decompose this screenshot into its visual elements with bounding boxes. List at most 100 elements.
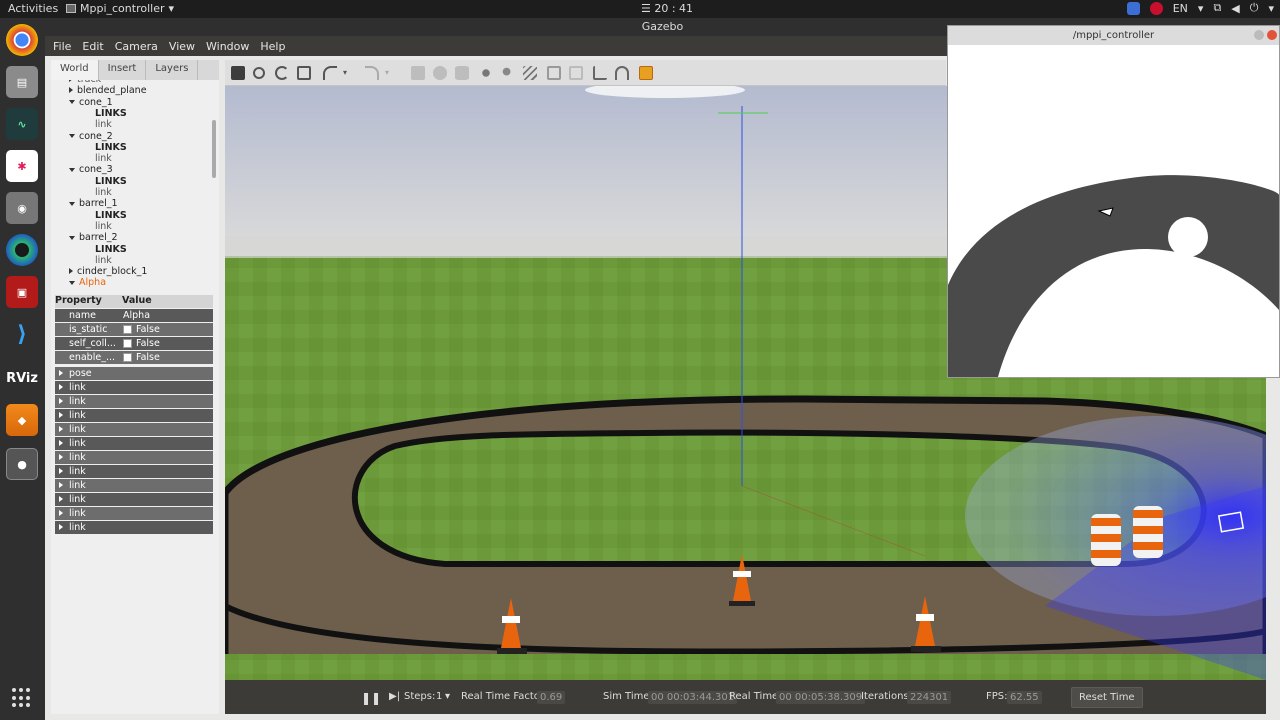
chevron-down-icon[interactable]: ▾ <box>343 66 357 80</box>
tree-item[interactable]: cone_3 <box>69 164 113 176</box>
property-value[interactable]: False <box>123 337 160 350</box>
chrome-launcher-icon[interactable] <box>6 24 38 56</box>
expand-right-icon[interactable] <box>59 454 63 460</box>
menu-view[interactable]: View <box>169 40 195 53</box>
expand-right-icon[interactable] <box>59 468 63 474</box>
file-manager-icon[interactable]: ▤ <box>6 66 38 98</box>
vscode-icon[interactable]: ⟩ <box>6 318 38 350</box>
tree-item[interactable]: cone_1 <box>69 97 113 109</box>
volume-icon[interactable]: ◀ <box>1231 2 1239 15</box>
property-row[interactable]: self_coll... False <box>55 337 213 350</box>
pause-icon[interactable]: ❚❚ <box>361 691 381 705</box>
tree-item[interactable]: link <box>95 187 112 199</box>
system-monitor-icon[interactable]: ∿ <box>6 108 38 140</box>
tree-item[interactable]: link <box>95 255 112 267</box>
menu-camera[interactable]: Camera <box>115 40 158 53</box>
terminator-icon[interactable]: ▣ <box>6 276 38 308</box>
activities-button[interactable]: Activities <box>8 2 58 15</box>
property-value[interactable]: False <box>123 351 160 364</box>
show-applications-icon[interactable] <box>12 688 32 708</box>
world-tree[interactable]: trackblended_planecone_1LINKSlinkcone_2L… <box>51 80 219 293</box>
property-value[interactable]: Alpha <box>123 309 150 322</box>
expand-right-icon[interactable] <box>69 87 73 94</box>
property-group-link[interactable]: link <box>55 423 213 436</box>
property-group-link[interactable]: link <box>55 409 213 422</box>
expand-down-icon[interactable] <box>69 167 75 172</box>
reset-time-button[interactable]: Reset Time <box>1071 687 1143 708</box>
expand-right-icon[interactable] <box>59 384 63 390</box>
select-mode-icon[interactable] <box>231 66 245 80</box>
property-group-link[interactable]: link <box>55 437 213 450</box>
copy-icon[interactable] <box>547 66 561 80</box>
point-light-icon[interactable] <box>479 66 493 80</box>
spot-light-icon[interactable] <box>501 66 515 80</box>
property-row[interactable]: is_static False <box>55 323 213 336</box>
language-indicator[interactable]: EN <box>1173 2 1188 15</box>
tree-item[interactable]: LINKS <box>95 142 127 154</box>
tree-item[interactable]: LINKS <box>95 108 127 120</box>
property-value[interactable]: False <box>123 323 160 336</box>
tree-item[interactable]: cone_2 <box>69 131 113 143</box>
sphere-shape-icon[interactable] <box>433 66 447 80</box>
translate-mode-icon[interactable] <box>253 67 265 79</box>
property-group-link[interactable]: link <box>55 395 213 408</box>
chevron-down-icon[interactable]: ▾ <box>445 691 450 702</box>
tab-world[interactable]: World <box>51 60 99 80</box>
box-shape-icon[interactable] <box>411 66 425 80</box>
app-menu[interactable]: Mppi_controller ▾ <box>66 2 174 15</box>
directional-light-icon[interactable] <box>523 66 537 80</box>
tree-item[interactable]: blended_plane <box>69 85 147 97</box>
checkbox[interactable] <box>123 353 132 362</box>
expand-right-icon[interactable] <box>59 482 63 488</box>
tab-insert[interactable]: Insert <box>99 60 147 80</box>
tree-item[interactable]: link <box>95 119 112 131</box>
property-group-link[interactable]: link <box>55 493 213 506</box>
tree-scrollbar[interactable] <box>212 120 216 178</box>
expand-down-icon[interactable] <box>69 235 75 240</box>
property-group-link[interactable]: link <box>55 465 213 478</box>
steps-value[interactable]: 1 <box>436 691 442 702</box>
expand-down-icon[interactable] <box>69 280 75 285</box>
property-group-link[interactable]: link <box>55 507 213 520</box>
step-icon[interactable]: ▶| <box>389 691 400 702</box>
tree-item[interactable]: cinder_block_1 <box>69 266 147 278</box>
clock[interactable]: ☰ 20 : 41 <box>641 2 693 15</box>
expand-down-icon[interactable] <box>69 134 75 138</box>
property-group-pose[interactable]: pose <box>55 367 213 380</box>
expand-right-icon[interactable] <box>59 524 63 530</box>
tree-item[interactable]: barrel_1 <box>69 198 118 210</box>
scale-mode-icon[interactable] <box>297 66 311 80</box>
gazebo-globe-icon[interactable] <box>6 234 38 266</box>
menu-file[interactable]: File <box>53 40 71 53</box>
menu-edit[interactable]: Edit <box>82 40 103 53</box>
menu-help[interactable]: Help <box>260 40 285 53</box>
package-icon[interactable]: ◆ <box>6 404 38 436</box>
expand-right-icon[interactable] <box>69 80 73 82</box>
expand-down-icon[interactable] <box>69 201 75 206</box>
checkbox[interactable] <box>123 325 132 334</box>
property-group-link[interactable]: link <box>55 521 213 534</box>
tree-item[interactable]: LINKS <box>95 210 127 222</box>
tree-item[interactable]: LINKS <box>95 176 127 188</box>
network-icon[interactable] <box>1126 1 1140 15</box>
checkbox[interactable] <box>123 339 132 348</box>
property-group-link[interactable]: link <box>55 479 213 492</box>
property-row[interactable]: name Alpha <box>55 309 213 322</box>
rotate-mode-icon[interactable] <box>275 66 289 80</box>
undo-icon[interactable] <box>323 66 337 80</box>
property-row[interactable]: enable_... False <box>55 351 213 364</box>
expand-right-icon[interactable] <box>59 370 63 376</box>
screenshot-icon[interactable] <box>639 66 653 80</box>
expand-down-icon[interactable] <box>69 100 75 105</box>
expand-right-icon[interactable] <box>59 510 63 516</box>
cylinder-shape-icon[interactable] <box>455 66 469 80</box>
close-icon[interactable] <box>1267 30 1277 40</box>
minimize-icon[interactable] <box>1254 30 1264 40</box>
tree-item[interactable]: link <box>95 221 112 233</box>
expand-right-icon[interactable] <box>59 426 63 432</box>
camera-app-icon[interactable]: ◉ <box>6 192 38 224</box>
expand-right-icon[interactable] <box>59 440 63 446</box>
expand-right-icon[interactable] <box>59 398 63 404</box>
property-group-link[interactable]: link <box>55 381 213 394</box>
rviz-icon[interactable]: RViz <box>6 362 38 394</box>
